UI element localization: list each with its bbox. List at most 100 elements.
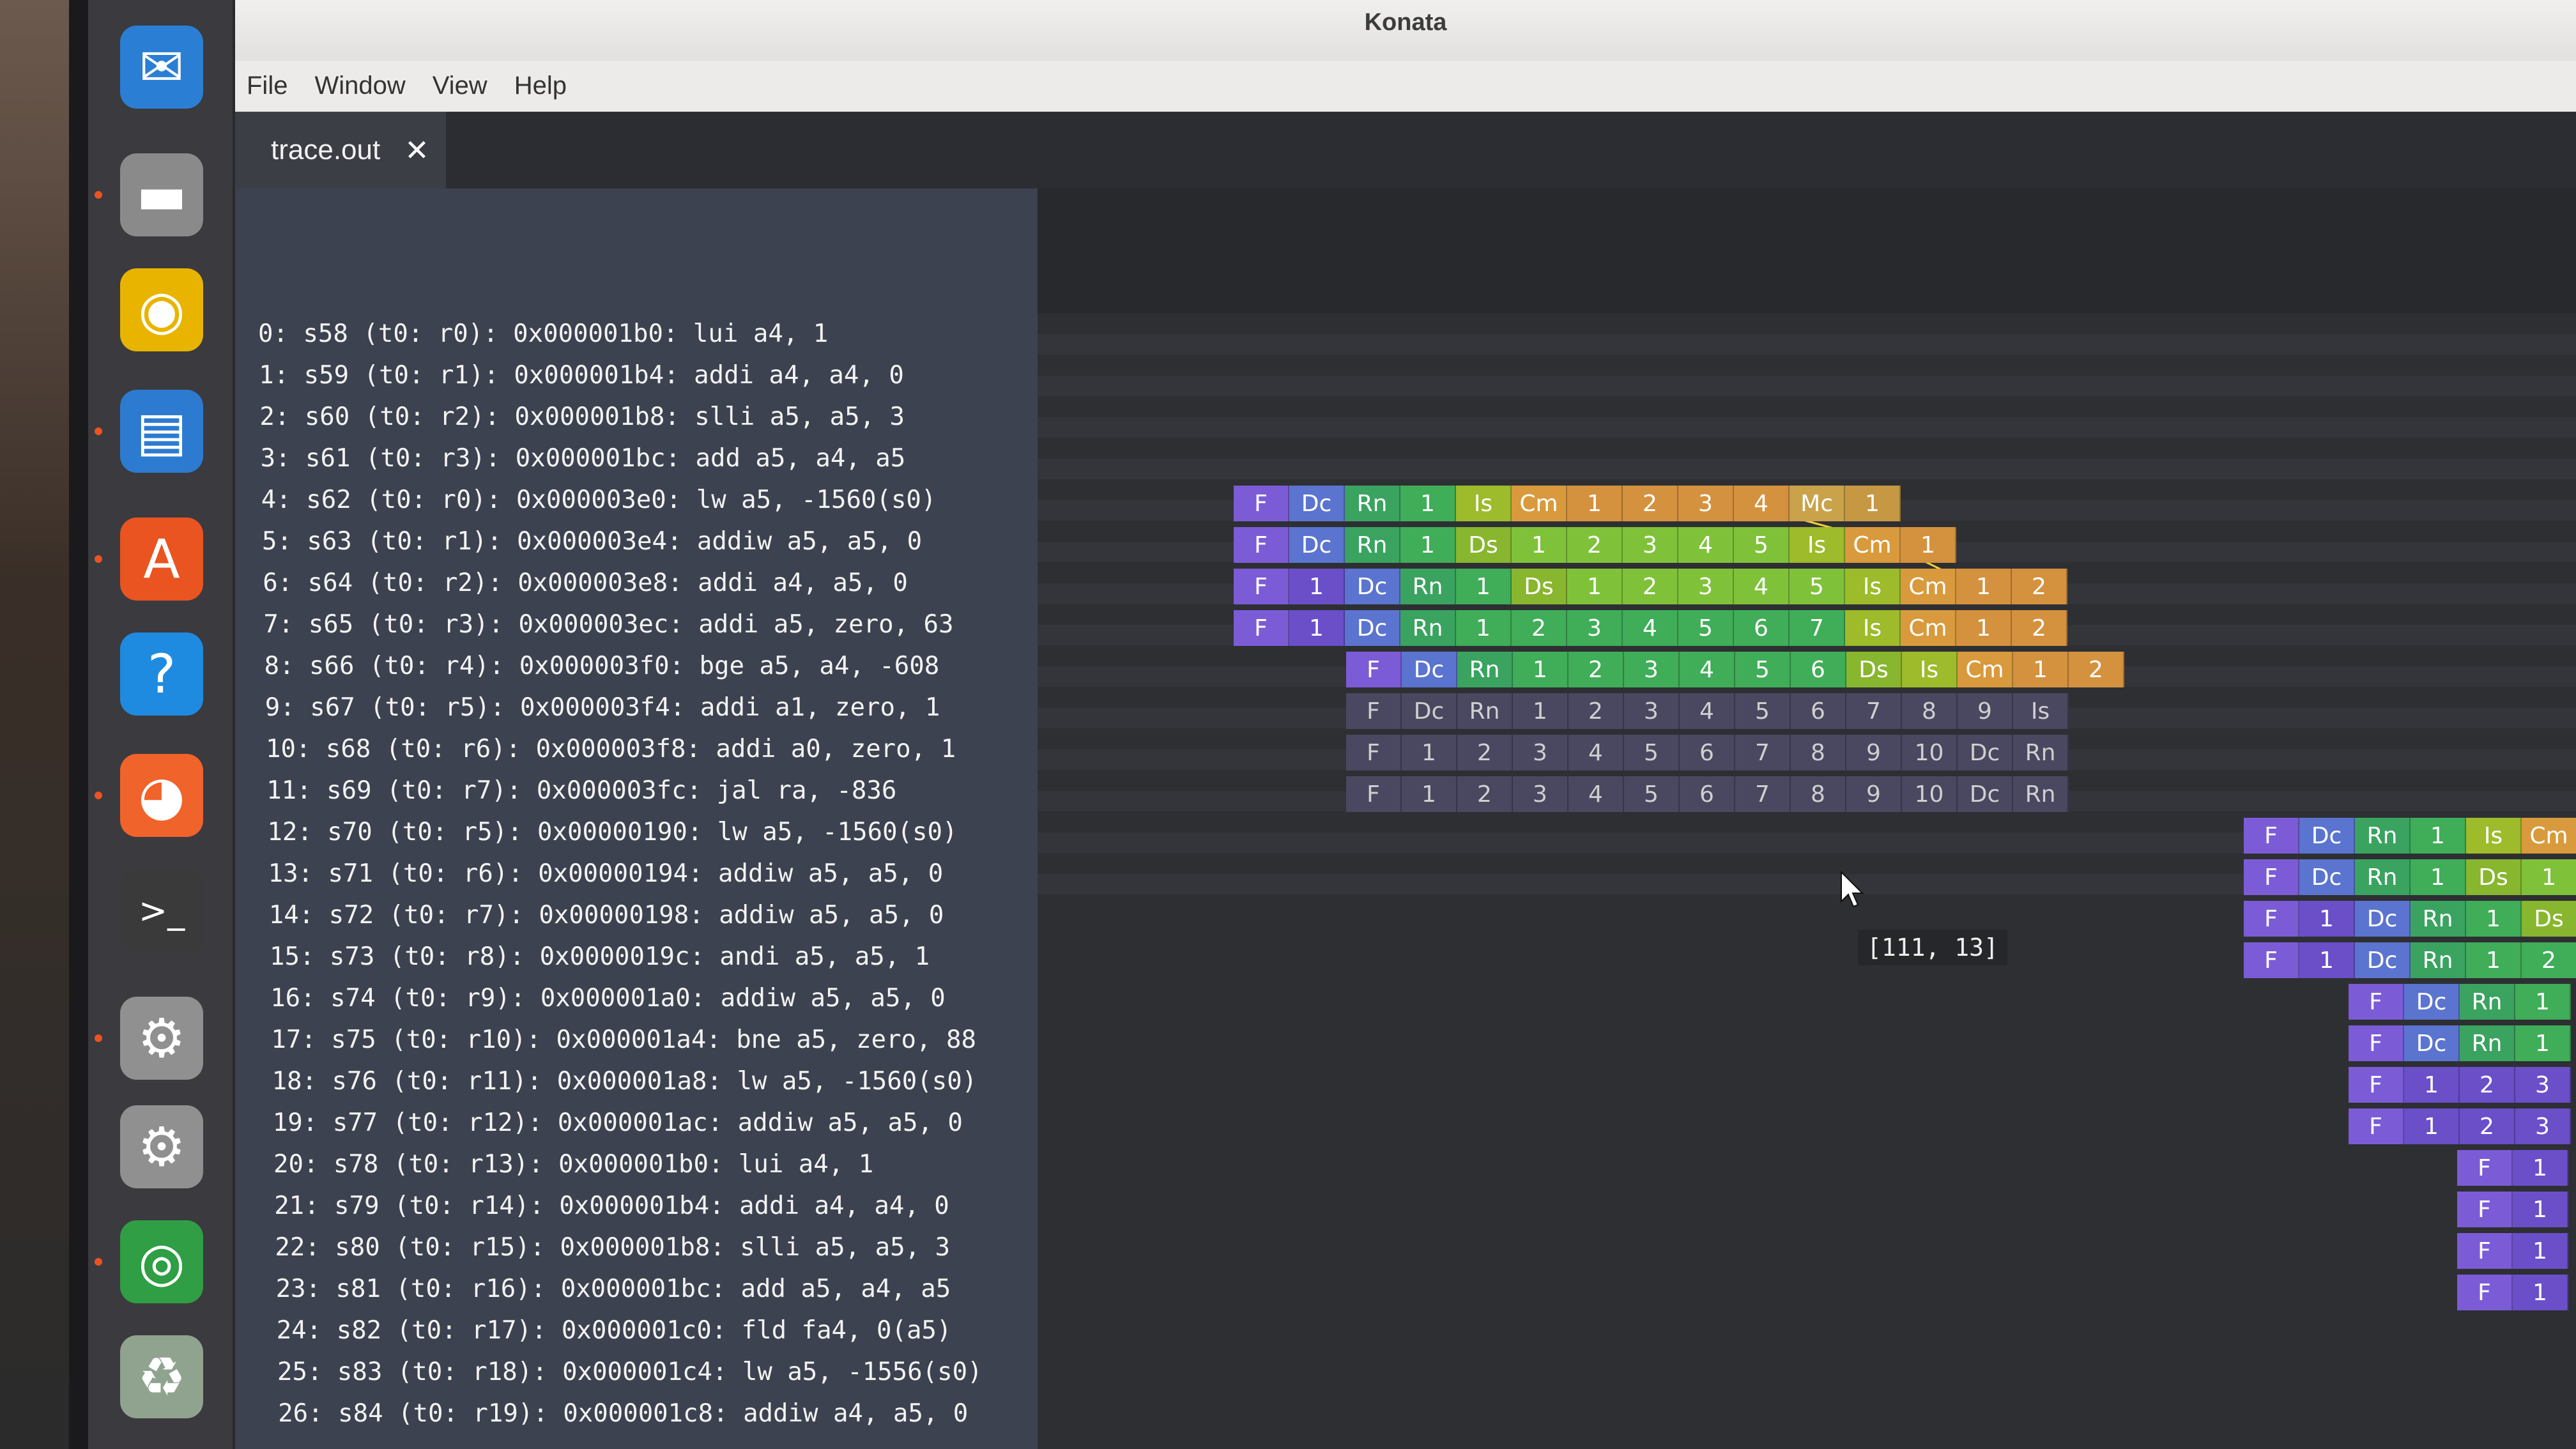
instruction-row[interactable]: 15: s73 (t0: r8): 0x0000019c: andi a5, a… [270, 942, 930, 971]
pipeline-stage-cell: 1 [2466, 901, 2522, 937]
pipeline-stage-cell: 7 [1790, 610, 1845, 646]
menu-view[interactable]: View [433, 72, 487, 100]
pipeline-stage-cell: Ds [2466, 859, 2522, 895]
instruction-row[interactable]: 10: s68 (t0: r6): 0x000003f8: addi a0, z… [266, 735, 956, 763]
instruction-row[interactable]: 13: s71 (t0: r6): 0x00000194: addiw a5, … [268, 859, 944, 888]
instruction-row[interactable]: 8: s66 (t0: r4): 0x000003f0: bge a5, a4,… [264, 652, 940, 680]
menu-file[interactable]: File [247, 72, 288, 100]
help-icon[interactable]: ? [120, 632, 203, 716]
instruction-row[interactable]: 9: s67 (t0: r5): 0x000003f4: addi a1, ze… [265, 693, 940, 722]
software-icon[interactable]: A [120, 518, 203, 601]
pipeline-lane[interactable]: F123 [2349, 1108, 2571, 1144]
pipeline-stage-cell: 1 [2411, 818, 2466, 854]
instruction-row[interactable]: 7: s65 (t0: r3): 0x000003ec: addi a5, ze… [263, 610, 953, 639]
pipeline-stage-cell: 1 [1567, 569, 1623, 604]
pipeline-lane[interactable]: F1 [2457, 1275, 2568, 1310]
pipeline-stage-cell: Dc [2404, 1025, 2460, 1061]
instruction-row[interactable]: 22: s80 (t0: r15): 0x000001b8: slli a5, … [275, 1233, 950, 1262]
pipeline-stage-cell: 2 [1623, 569, 1678, 604]
pipeline-view[interactable]: [111, 13] F Dc Rn 1 Is Cm 1 2 3 4 Mc 1 F Dc Rn 1 Ds 1 2 3 4 5… [1038, 188, 2576, 1449]
pipeline-lane[interactable]: F Dc Rn 1 Is Cm 1 2 3 4 Mc 1 [1234, 486, 1901, 521]
pipeline-stage-cell: 1 [1567, 486, 1623, 521]
pipeline-lane[interactable]: F Dc Rn 1 Ds 1 [2244, 859, 2576, 895]
instruction-row[interactable]: 5: s63 (t0: r1): 0x000003e4: addiw a5, a… [262, 527, 922, 556]
pipeline-stage-cell: Rn [2411, 942, 2466, 978]
pipeline-lane[interactable]: F 1 Dc Rn 1 Ds 1 2 3 4 5 Is Cm 1 2 [1234, 569, 2067, 604]
pipeline-stage-cell: Rn [1400, 569, 1456, 604]
instruction-row[interactable]: 11: s69 (t0: r7): 0x000003fc: jal ra, -8… [266, 776, 896, 805]
pipeline-lane[interactable]: F 1 2 3 4 5 6 7 8 9 10 Dc Rn [1346, 735, 2069, 770]
pipeline-stage-cell: Dc [2355, 942, 2411, 978]
instruction-row[interactable]: 3: s61 (t0: r3): 0x000001bc: add a5, a4,… [261, 444, 906, 473]
pipeline-stage-cell: Dc [1345, 610, 1400, 646]
pipeline-lane[interactable]: F Dc Rn 1 Ds 1 2 3 4 5 Is Cm 1 [1234, 527, 1956, 563]
instruction-row[interactable]: 4: s62 (t0: r0): 0x000003e0: lw a5, -156… [261, 486, 937, 514]
pipeline-stage-cell: Rn [1400, 610, 1456, 646]
trash-icon[interactable]: ♻ [120, 1335, 203, 1418]
instruction-row[interactable]: 12: s70 (t0: r5): 0x00000190: lw a5, -15… [267, 818, 957, 847]
pipeline-stage-cell: Dc [2299, 818, 2355, 854]
pipeline-lane[interactable]: F1 [2457, 1192, 2568, 1227]
pipeline-lane[interactable]: F Dc Rn 1 2 3 4 5 6 7 8 9 Is [1346, 693, 2069, 729]
writer-icon[interactable]: ▤ [120, 390, 203, 473]
pipeline-stage-cell: 3 [1623, 527, 1678, 563]
instruction-row[interactable]: 0: s58 (t0: r0): 0x000001b0: lui a4, 1 [258, 319, 828, 348]
pipeline-stage-cell: F [1346, 735, 1402, 770]
instruction-row[interactable]: 18: s76 (t0: r11): 0x000001a8: lw a5, -1… [272, 1067, 977, 1096]
chrome-icon[interactable]: ◎ [120, 1220, 203, 1303]
instruction-row[interactable]: 20: s78 (t0: r13): 0x000001b0: lui a4, 1 [273, 1150, 873, 1179]
instruction-row[interactable]: 17: s75 (t0: r10): 0x000001a4: bne a5, z… [271, 1025, 976, 1054]
pipeline-stage-cell: F [2457, 1233, 2513, 1269]
pipeline-lane[interactable]: F Dc Rn 1 2 3 4 5 6 Ds Is Cm 1 2 [1346, 652, 2124, 687]
rhythmbox-icon[interactable]: ◉ [120, 268, 203, 351]
instruction-row[interactable]: 21: s79 (t0: r14): 0x000001b4: addi a4, … [274, 1192, 949, 1220]
pipeline-lane[interactable]: F1 [2457, 1150, 2568, 1186]
close-icon[interactable]: ✕ [404, 133, 429, 167]
instruction-row[interactable]: 24: s82 (t0: r17): 0x000001c0: fld fa4, … [277, 1316, 952, 1345]
instruction-row[interactable]: 26: s84 (t0: r19): 0x000001c8: addiw a4,… [278, 1399, 968, 1428]
instruction-row[interactable]: 1: s59 (t0: r1): 0x000001b4: addi a4, a4… [259, 361, 904, 390]
pipeline-lane[interactable]: F 1 Dc Rn 1 2 [2244, 942, 2576, 978]
pipeline-lane[interactable]: F Dc Rn 1 Is Cm [2244, 818, 2576, 854]
pipeline-stage-cell: F [2457, 1150, 2513, 1186]
pipeline-stage-cell: F [2244, 901, 2299, 937]
instruction-row[interactable]: 19: s77 (t0: r12): 0x000001ac: addiw a5,… [273, 1108, 963, 1137]
pipeline-stage-cell: Is [2466, 818, 2522, 854]
thunderbird-icon[interactable]: ✉ [120, 26, 203, 109]
instruction-row[interactable]: 25: s83 (t0: r18): 0x000001c4: lw a5, -1… [277, 1358, 983, 1386]
pipeline-stage-cell: F [1234, 569, 1289, 604]
pipeline-lane[interactable]: F 1 2 3 4 5 6 7 8 9 10 Dc Rn [1346, 776, 2069, 812]
settings-icon[interactable]: ⚙ [120, 997, 203, 1080]
window-titlebar[interactable]: Konata [235, 0, 2576, 61]
pipeline-stage-cell: Dc [2355, 901, 2411, 937]
instruction-list[interactable]: 0: s58 (t0: r0): 0x000001b0: lui a4, 1 1:… [235, 188, 1038, 1449]
pipeline-lane[interactable]: F 1 Dc Rn 1 2 3 4 5 6 7 Is Cm 1 2 [1234, 610, 2067, 646]
instruction-row[interactable]: 16: s74 (t0: r9): 0x000001a0: addiw a5, … [270, 984, 946, 1013]
tab-trace-out[interactable]: trace.out ✕ [235, 112, 446, 188]
pipeline-stage-cell: Rn [2355, 859, 2411, 895]
pipeline-stage-cell: Rn [2013, 735, 2069, 770]
pipeline-stage-cell: 1 [2513, 1192, 2568, 1227]
pipeline-stage-cell: 1 [2404, 1067, 2460, 1103]
menu-window[interactable]: Window [314, 72, 405, 100]
pipeline-lane[interactable]: F Dc Rn 1 [2349, 984, 2571, 1020]
instruction-row[interactable]: 6: s64 (t0: r2): 0x000003e8: addi a4, a5… [263, 569, 908, 597]
instruction-row[interactable]: 23: s81 (t0: r16): 0x000001bc: add a5, a… [276, 1275, 951, 1303]
menu-help[interactable]: Help [514, 72, 567, 100]
instruction-row[interactable]: 14: s72 (t0: r7): 0x00000198: addiw a5, … [269, 901, 944, 930]
pipeline-lane[interactable]: F 1 Dc Rn 1 Ds [2244, 901, 2576, 937]
pipeline-lane[interactable]: F1 [2457, 1233, 2568, 1269]
instruction-row[interactable]: 2: s60 (t0: r2): 0x000001b8: slli a5, a5… [259, 402, 905, 431]
pipeline-stage-cell: 3 [2515, 1067, 2571, 1103]
terminal-icon[interactable]: >_ [120, 869, 203, 952]
pipeline-stage-cell: 6 [1734, 610, 1790, 646]
settings-icon-2[interactable]: ⚙ [120, 1105, 203, 1188]
files-icon[interactable]: ▬ [120, 153, 203, 236]
pipeline-lane[interactable]: F Dc Rn 1 [2349, 1025, 2571, 1061]
pipeline-stage-cell: 1 [1956, 569, 2012, 604]
pipeline-stage-cell: 7 [1846, 693, 1902, 729]
pipeline-lane[interactable]: F123 [2349, 1067, 2571, 1103]
firefox-icon[interactable]: ◕ [120, 754, 203, 837]
pipeline-stage-cell: 1 [1513, 652, 1568, 687]
pipeline-stage-cell: 2 [1567, 527, 1623, 563]
